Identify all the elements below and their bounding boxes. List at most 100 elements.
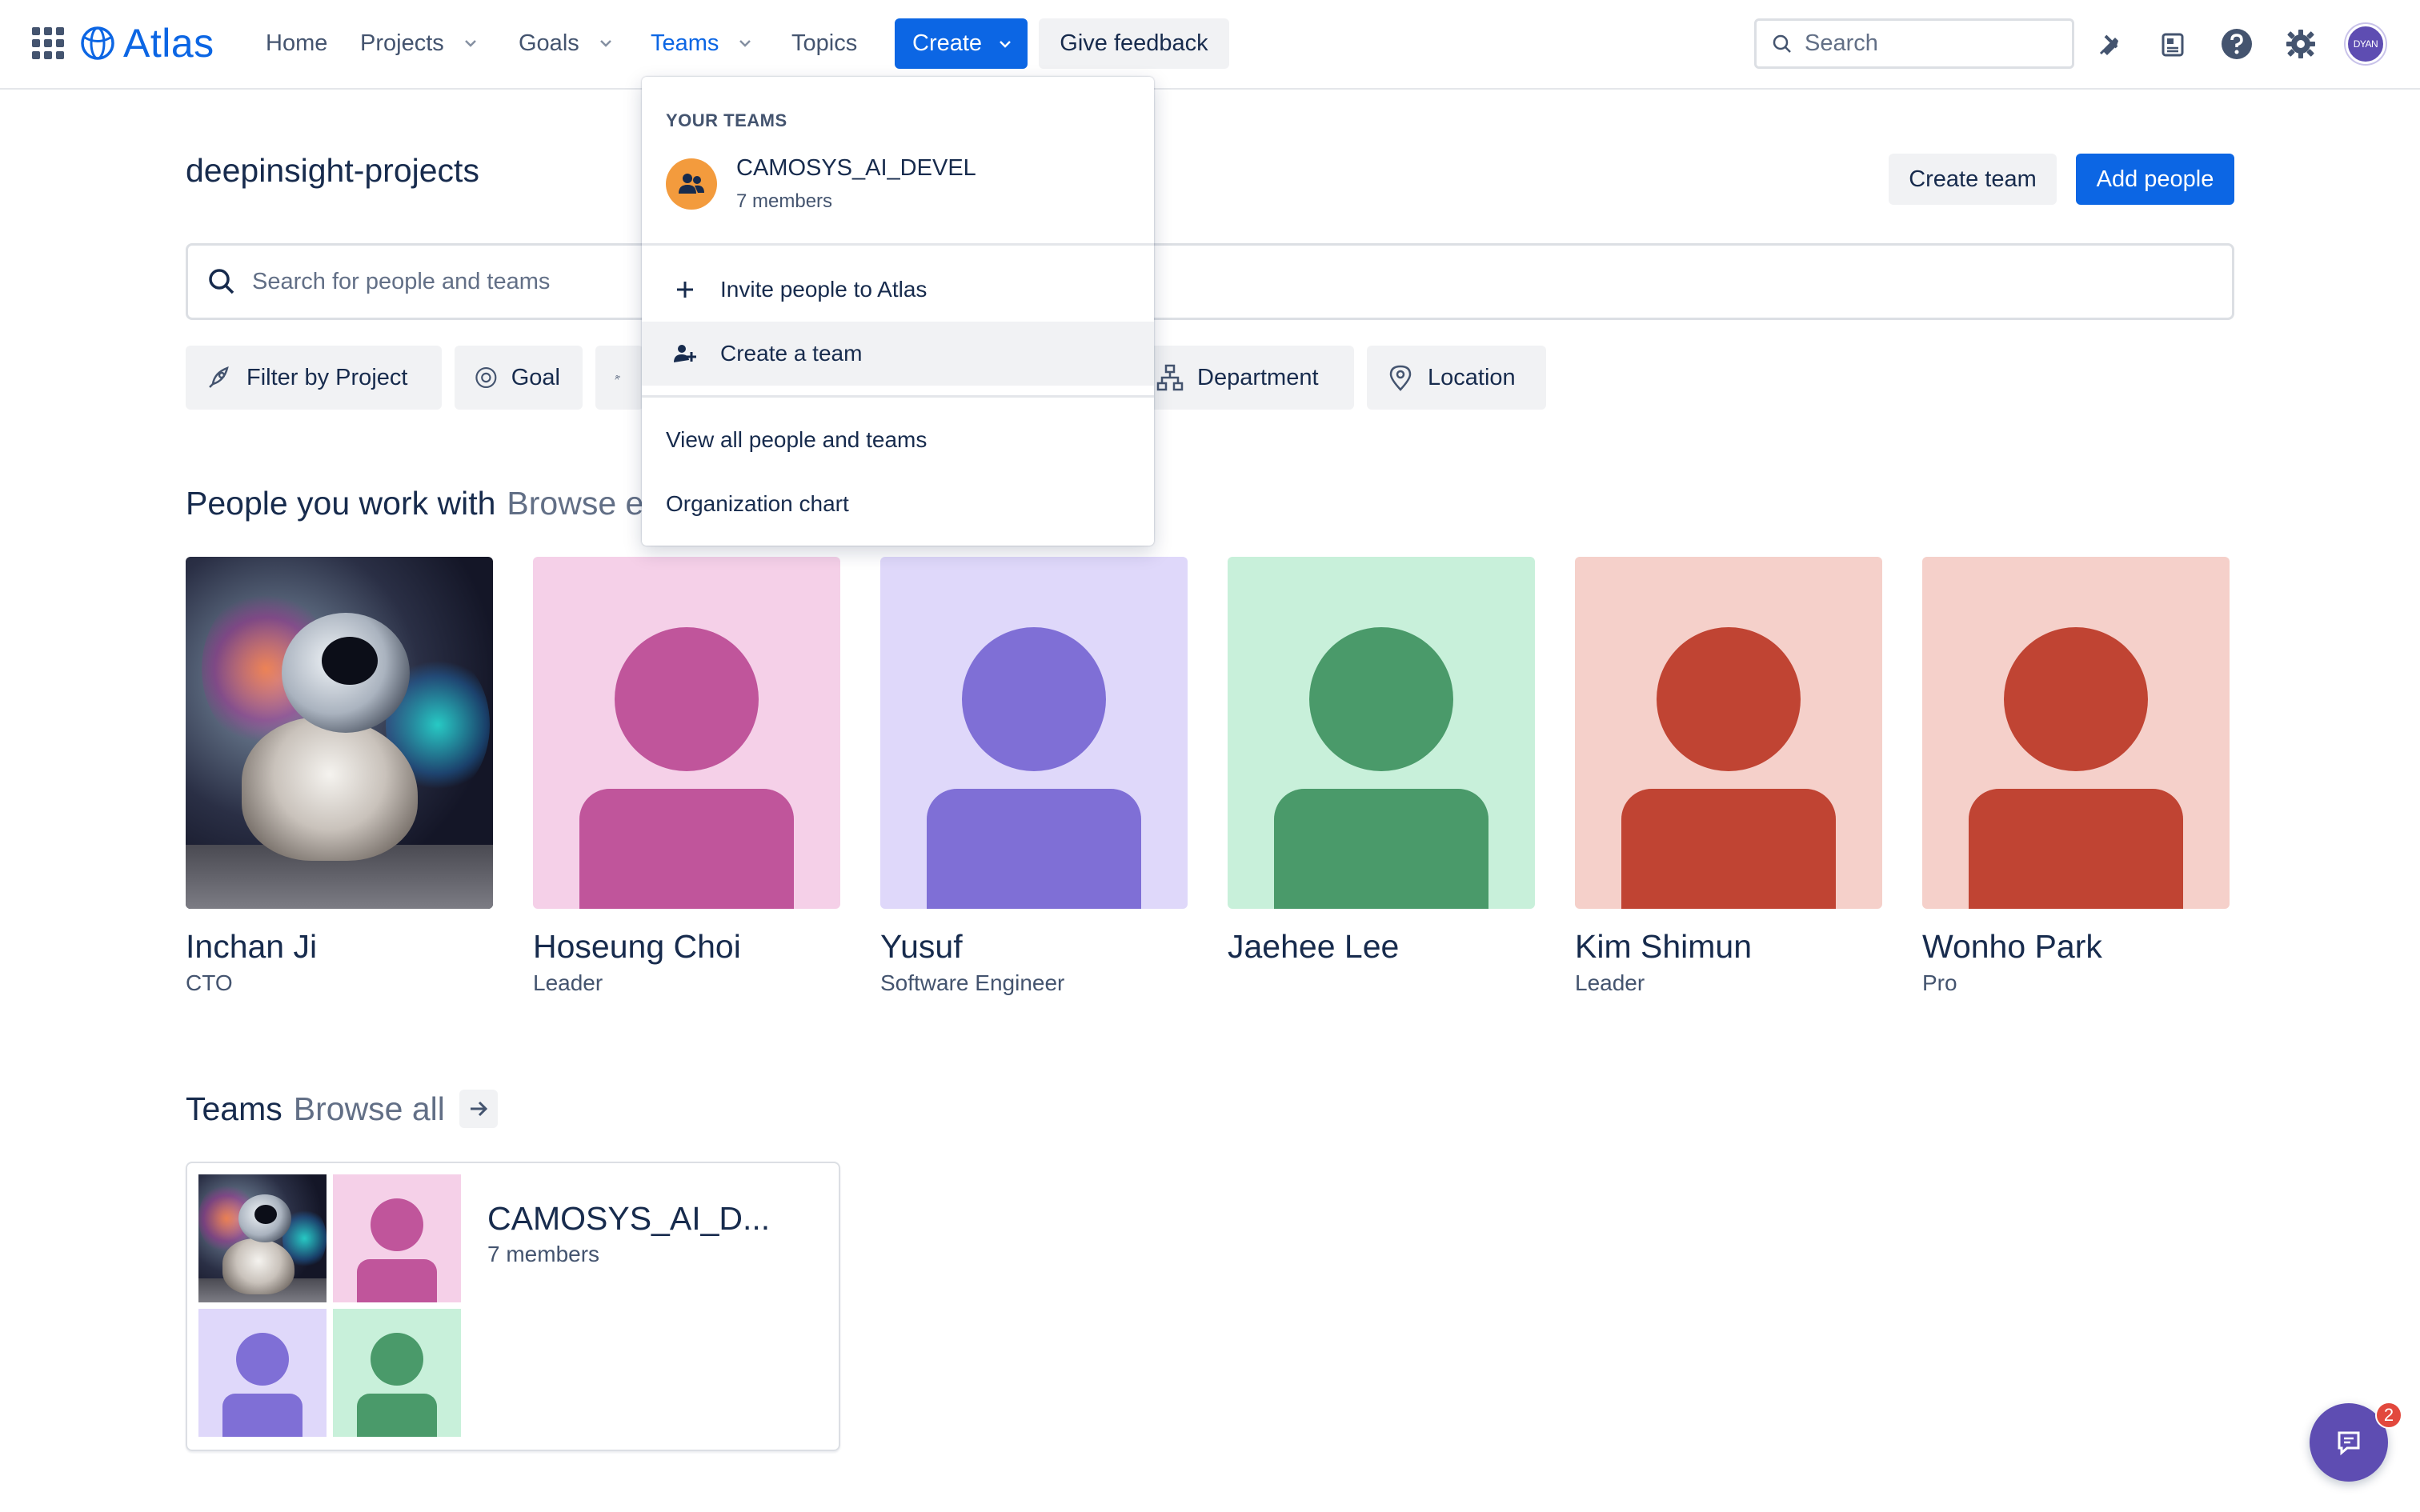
- person-name: Inchan Ji: [186, 928, 318, 965]
- target-icon: [475, 366, 497, 389]
- chevron-down-icon: [1000, 40, 1011, 48]
- nav-teams-label: Teams: [651, 30, 719, 56]
- person-role: Leader: [1575, 970, 1645, 995]
- user-initials: DYAN: [2353, 38, 2378, 50]
- person-role: Leader: [533, 970, 603, 995]
- person-name: Wonho Park: [1922, 928, 2102, 965]
- filter-department-button[interactable]: Department: [1136, 346, 1354, 410]
- filter-goal-button[interactable]: Goal: [455, 346, 583, 410]
- people-search-placeholder: Search for people and teams: [252, 268, 551, 294]
- filter-by-project-button[interactable]: Filter by Project: [186, 346, 442, 410]
- people-browse-link[interactable]: Browse ev: [507, 485, 659, 522]
- team-member-count: 7 members: [487, 1242, 600, 1266]
- help-icon[interactable]: [2218, 26, 2255, 62]
- create-team-label: Create a team: [720, 341, 863, 366]
- filter-goal-label: Goal: [511, 364, 560, 390]
- person-role: Pro: [1922, 970, 1957, 995]
- person-photo: [186, 557, 493, 909]
- person-card[interactable]: Inchan Ji CTO: [186, 557, 493, 996]
- arrow-right-icon[interactable]: [459, 1090, 498, 1128]
- teams-dropdown-menu: YOUR TEAMS CAMOSYS_AI_DEVEL 7 members In…: [642, 77, 1154, 546]
- filter-location-button[interactable]: Location: [1367, 346, 1546, 410]
- organization-chart-label: Organization chart: [666, 491, 849, 516]
- team-member-photo: [198, 1174, 327, 1302]
- person-name: Jaehee Lee: [1228, 928, 1400, 965]
- location-pin-icon: [1389, 365, 1412, 391]
- person-role: Software Engineer: [880, 970, 1065, 995]
- atlas-logo[interactable]: Atlas: [80, 19, 214, 67]
- settings-gear-icon[interactable]: [2282, 26, 2319, 62]
- page-title: deepinsight-projects: [186, 152, 479, 189]
- default-avatar-icon: [1922, 557, 2230, 909]
- divider: [642, 395, 1154, 398]
- create-team-button[interactable]: Create team: [1889, 154, 2057, 205]
- search-icon: [209, 269, 234, 294]
- person-name: Hoseung Choi: [533, 928, 741, 965]
- org-chart-icon: [1156, 364, 1184, 391]
- create-button-label: Create: [912, 30, 983, 56]
- default-avatar-icon: [333, 1174, 461, 1302]
- person-card[interactable]: Yusuf Software Engineer: [880, 557, 1188, 996]
- create-button[interactable]: Create: [895, 18, 1028, 69]
- filter-location-label: Location: [1428, 364, 1516, 390]
- default-avatar-icon: [333, 1309, 461, 1437]
- team-name: CAMOSYS_AI_D...: [487, 1200, 771, 1237]
- your-teams-heading: YOUR TEAMS: [666, 110, 787, 130]
- news-icon[interactable]: [2154, 26, 2191, 62]
- nav-goals-label: Goals: [519, 30, 579, 56]
- nav-home[interactable]: Home: [266, 22, 327, 64]
- person-role: CTO: [186, 970, 233, 995]
- default-avatar-icon: [880, 557, 1188, 909]
- chevron-down-icon: [464, 40, 476, 47]
- person-card[interactable]: Wonho Park Pro: [1922, 557, 2230, 996]
- people-search-input[interactable]: Search for people and teams: [186, 243, 2234, 320]
- view-all-people-menu-item[interactable]: View all people and teams: [642, 408, 1154, 472]
- create-team-menu-item[interactable]: Create a team: [642, 322, 1154, 386]
- nav-goals[interactable]: Goals: [519, 22, 615, 64]
- chevron-down-icon: [599, 40, 611, 47]
- team-avatar-icon: [666, 158, 717, 210]
- filter-by-project-label: Filter by Project: [246, 364, 408, 390]
- default-avatar-icon: [1228, 557, 1535, 909]
- dropdown-team-item[interactable]: CAMOSYS_AI_DEVEL 7 members: [642, 146, 1154, 234]
- plus-icon: [669, 278, 701, 301]
- nav-topics-label: Topics: [791, 30, 858, 56]
- invite-people-label: Invite people to Atlas: [720, 277, 928, 302]
- person-card[interactable]: Jaehee Lee: [1228, 557, 1535, 970]
- invite-people-menu-item[interactable]: Invite people to Atlas: [642, 258, 1154, 322]
- filter-people-button[interactable]: [595, 346, 643, 410]
- teams-browse-all-link[interactable]: Browse all: [294, 1090, 445, 1128]
- people-icon: [615, 375, 620, 380]
- give-feedback-button[interactable]: Give feedback: [1039, 18, 1229, 69]
- person-name: Yusuf: [880, 928, 963, 965]
- people-section-title: People you work with: [186, 485, 496, 522]
- default-avatar-icon: [198, 1309, 327, 1437]
- chevron-down-icon: [739, 40, 751, 47]
- dropdown-team-members: 7 members: [736, 190, 833, 212]
- person-name: Kim Shimun: [1575, 928, 1753, 965]
- team-card[interactable]: CAMOSYS_AI_D... 7 members: [186, 1162, 840, 1451]
- app-switcher-icon[interactable]: [32, 27, 64, 59]
- teams-section-title: Teams: [186, 1090, 282, 1127]
- people-icon: [669, 341, 701, 366]
- nav-teams[interactable]: Teams: [651, 22, 754, 64]
- atlas-globe-icon: [81, 26, 114, 60]
- user-avatar[interactable]: DYAN: [2346, 24, 2386, 64]
- nav-projects[interactable]: Projects: [360, 22, 479, 64]
- organization-chart-menu-item[interactable]: Organization chart: [642, 472, 1154, 536]
- people-section-heading: People you work with Browse ev: [186, 485, 660, 522]
- add-people-button[interactable]: Add people: [2076, 154, 2234, 205]
- notifications-icon[interactable]: [2090, 26, 2127, 62]
- person-card[interactable]: Hoseung Choi Leader: [533, 557, 840, 996]
- default-avatar-icon: [1575, 557, 1882, 909]
- nav-topics[interactable]: Topics: [791, 22, 857, 64]
- nav-home-label: Home: [266, 30, 328, 56]
- person-card[interactable]: Kim Shimun Leader: [1575, 557, 1882, 996]
- global-search-placeholder: Search: [1805, 30, 1878, 56]
- global-search-input[interactable]: Search: [1754, 18, 2074, 69]
- nav-projects-label: Projects: [360, 30, 444, 56]
- give-feedback-label: Give feedback: [1060, 30, 1208, 56]
- chat-icon: [2338, 1431, 2360, 1456]
- brand-name: Atlas: [123, 21, 214, 66]
- dropdown-team-name: CAMOSYS_AI_DEVEL: [736, 155, 976, 181]
